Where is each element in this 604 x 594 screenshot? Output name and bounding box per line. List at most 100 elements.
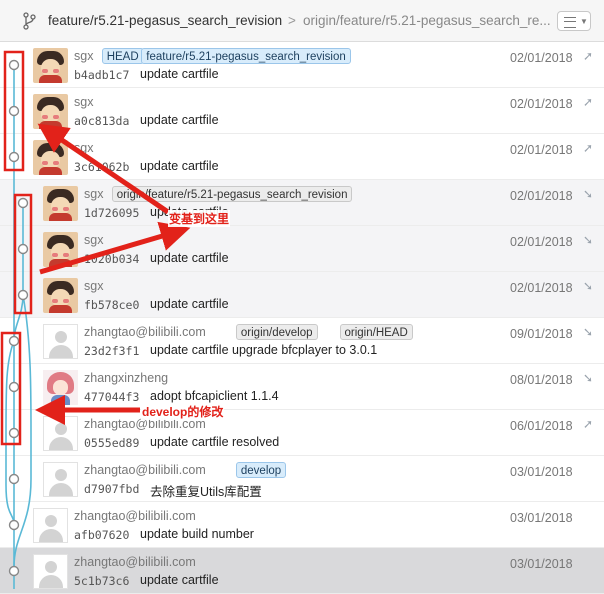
commit-hash: a0c813da [74, 114, 130, 128]
commit-hash: 3c61062b [74, 160, 130, 174]
commit-row[interactable]: sgx 3c61062b update cartfile 02/01/2018 ➚ [0, 134, 604, 180]
commit-date: 06/01/2018 [510, 419, 573, 433]
commit-message: adopt bfcapiclient 1.1.4 [150, 389, 279, 403]
toolbar: feature/r5.21-pegasus_search_revision > … [0, 0, 604, 42]
commit-node[interactable] [17, 197, 29, 209]
commit-date: 03/01/2018 [510, 511, 573, 525]
commit-hash: afb07620 [74, 528, 130, 542]
commit-message: update cartfile [140, 113, 219, 127]
commit-hash: 1d726095 [84, 206, 140, 220]
commit-hash: 5c1b73c6 [74, 574, 130, 588]
up-right-arrow-icon: ➚ [583, 95, 594, 109]
commit-author: sgx [84, 187, 104, 201]
commit-hash: b4adb1c7 [74, 68, 130, 82]
commit-message: update cartfile [150, 251, 229, 265]
commit-row[interactable]: sgx 1020b034 update cartfile 02/01/2018 ➘ [0, 226, 604, 272]
commit-date: 02/01/2018 [510, 189, 573, 203]
commit-row[interactable]: sgx a0c813da update cartfile 02/01/2018 ➚ [0, 88, 604, 134]
commit-hash: fb578ce0 [84, 298, 140, 312]
commit-author: zhangtao@bilibili.com [74, 555, 196, 569]
commit-date: 02/01/2018 [510, 97, 573, 111]
commit-row[interactable]: zhangtao@bilibili.com 5c1b73c6 update cart… [0, 548, 604, 594]
down-left-arrow-icon: ➘ [583, 371, 594, 385]
down-left-arrow-icon: ➘ [583, 325, 594, 339]
ref-tag[interactable]: origin/HEAD [339, 324, 413, 340]
commit-date: 08/01/2018 [510, 373, 573, 387]
commit-message: 去除重复Utils库配置 [150, 485, 262, 499]
commit-node[interactable] [8, 335, 20, 347]
commit-date: 02/01/2018 [510, 281, 573, 295]
rebase-annotation-label: 变基到这里 [168, 210, 231, 227]
commit-message: update cartfile [140, 573, 219, 587]
commit-message: update cartfile [140, 67, 219, 81]
avatar [43, 462, 78, 497]
commit-graph [5, 59, 32, 589]
up-right-arrow-icon: ➚ [583, 49, 594, 63]
develop-annotation-label: develop的修改 [141, 403, 225, 420]
commit-message: update build number [140, 527, 254, 541]
commit-date: 02/01/2018 [510, 143, 573, 157]
commit-row[interactable]: sgx fb578ce0 update cartfile 02/01/2018 ➘ [0, 272, 604, 318]
commit-node[interactable] [8, 105, 20, 117]
chevron-down-icon: ▼ [580, 17, 588, 26]
commit-author: sgx [84, 279, 104, 293]
avatar [43, 416, 78, 451]
commit-hash: d7907fbd [84, 482, 140, 496]
commit-author: zhangtao@bilibili.com [84, 463, 206, 477]
commit-row[interactable]: zhangtao@bilibili.com afb07620 update buil… [0, 502, 604, 548]
commit-date: 03/01/2018 [510, 465, 573, 479]
graph-lane-feature [13, 203, 24, 342]
upstream-branch-breadcrumb[interactable]: origin/feature/r5.21-pegasus_search_re..… [303, 13, 551, 28]
commit-author: sgx [74, 49, 94, 63]
commit-node[interactable] [8, 473, 20, 485]
commit-node[interactable] [8, 59, 20, 71]
avatar [43, 324, 78, 359]
commit-row[interactable]: zhangtao@bilibili.com origin/develop origi… [0, 318, 604, 364]
commit-message: update cartfile [140, 159, 219, 173]
commit-node[interactable] [8, 151, 20, 163]
avatar [43, 186, 78, 221]
ref-tag[interactable]: feature/r5.21-pegasus_search_revision [141, 48, 351, 64]
down-left-arrow-icon: ➘ [583, 187, 594, 201]
commit-author: zhangxinzheng [84, 371, 169, 385]
down-left-arrow-icon: ➘ [583, 279, 594, 293]
commit-node[interactable] [17, 289, 29, 301]
view-options-button[interactable]: ▼ [557, 11, 591, 31]
commit-date: 02/01/2018 [510, 51, 573, 65]
commit-author: sgx [74, 95, 94, 109]
ref-tag[interactable]: origin/feature/r5.21-pegasus_search_revi… [111, 186, 353, 202]
list-icon [564, 17, 576, 28]
commit-author: zhangtao@bilibili.com [74, 509, 196, 523]
branch-icon [23, 12, 36, 30]
commit-date: 09/01/2018 [510, 327, 573, 341]
commit-date: 02/01/2018 [510, 235, 573, 249]
ref-tag[interactable]: develop [235, 462, 287, 478]
down-left-arrow-icon: ➘ [583, 233, 594, 247]
commit-date: 03/01/2018 [510, 557, 573, 571]
commit-hash: 23d2f3f1 [84, 344, 140, 358]
commit-row[interactable]: sgx origin/feature/r5.21-pegasus_search_r… [0, 180, 604, 226]
commit-hash: 0555ed89 [84, 436, 140, 450]
commit-author: sgx [84, 233, 104, 247]
commit-hash: 477044f3 [84, 390, 140, 404]
commit-row[interactable]: zhangxinzheng 477044f3 adopt bfcapiclient … [0, 364, 604, 410]
commit-node[interactable] [8, 381, 20, 393]
avatar [43, 232, 78, 267]
ref-tag[interactable]: origin/develop [235, 324, 318, 340]
ref-tag[interactable]: HEAD [101, 48, 144, 64]
commit-row[interactable]: zhangtao@bilibili.com develop d7907fbd 去除重复… [0, 456, 604, 502]
current-branch-breadcrumb[interactable]: feature/r5.21-pegasus_search_revision [48, 13, 282, 28]
commit-row[interactable]: sgx HEAD feature/r5.21-pegasus_search_revi… [0, 42, 604, 88]
commit-author: zhangtao@bilibili.com [84, 325, 206, 339]
commit-node[interactable] [8, 519, 20, 531]
up-right-arrow-icon: ➚ [583, 417, 594, 431]
commit-hash: 1020b034 [84, 252, 140, 266]
up-right-arrow-icon: ➚ [583, 141, 594, 155]
commit-message: update cartfile resolved [150, 435, 280, 449]
commit-row[interactable]: zhangtao@bilibili.com 0555ed89 update cart… [0, 410, 604, 456]
commit-node[interactable] [8, 565, 20, 577]
commit-node[interactable] [8, 427, 20, 439]
breadcrumb-separator: > [288, 13, 296, 28]
commit-node[interactable] [17, 243, 29, 255]
commit-message: update cartfile upgrade bfcplayer to 3.0… [150, 343, 378, 357]
